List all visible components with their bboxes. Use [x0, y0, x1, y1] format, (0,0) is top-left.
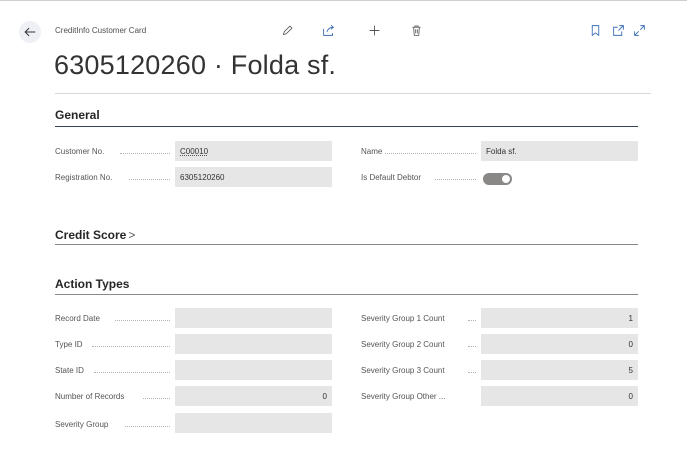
edit-icon — [282, 24, 293, 35]
number-of-records-label: Number of Records — [55, 392, 125, 401]
customer-no-link[interactable]: C00010 — [180, 147, 208, 156]
open-new-window-button[interactable] — [609, 21, 627, 39]
credit-score-section-line — [55, 244, 638, 245]
name-leader — [385, 153, 476, 154]
expand-icon — [633, 24, 645, 36]
state-id-field[interactable] — [175, 360, 332, 380]
type-id-label: Type ID — [55, 340, 83, 349]
edit-button[interactable] — [278, 21, 296, 39]
share-icon — [322, 24, 334, 36]
default-debtor-leader — [435, 179, 476, 180]
top-border — [0, 0, 687, 1]
record-date-leader — [115, 320, 170, 321]
add-icon — [369, 25, 379, 35]
number-of-records-leader — [143, 398, 170, 399]
severity-group-leader — [125, 426, 170, 427]
record-date-label: Record Date — [55, 314, 100, 323]
severity-group-label: Severity Group — [55, 420, 109, 429]
general-section-line — [55, 126, 638, 127]
action-types-section-line — [55, 294, 638, 295]
credit-score-section-header[interactable]: Credit Score > — [55, 228, 135, 242]
severity-group-2-count-leader — [468, 346, 476, 347]
delete-button[interactable] — [407, 21, 425, 39]
page-title: 6305120260 · Folda sf. — [54, 50, 337, 80]
severity-group-2-count-field[interactable]: 0 — [481, 334, 638, 354]
registration-no-leader — [129, 179, 170, 180]
bookmark-button[interactable] — [586, 21, 604, 39]
customer-no-label: Customer No. — [55, 147, 105, 156]
customer-no-field[interactable]: C00010 — [175, 141, 332, 161]
severity-group-1-count-field[interactable]: 1 — [481, 308, 638, 328]
severity-group-3-count-leader — [468, 372, 476, 373]
customer-no-leader — [120, 153, 170, 154]
expand-button[interactable] — [630, 21, 648, 39]
arrow-left-icon — [24, 27, 36, 37]
open-new-window-icon — [612, 24, 624, 36]
credit-score-title: Credit Score — [55, 228, 127, 242]
general-section-header[interactable]: General — [55, 108, 100, 122]
number-of-records-field[interactable]: 0 — [175, 386, 332, 406]
severity-group-2-count-label: Severity Group 2 Count — [361, 340, 445, 349]
record-date-field[interactable] — [175, 308, 332, 328]
severity-group-other-label: Severity Group Other ... — [361, 392, 446, 401]
name-label: Name — [361, 147, 383, 156]
type-id-field[interactable] — [175, 334, 332, 354]
severity-group-3-count-label: Severity Group 3 Count — [361, 366, 445, 375]
severity-group-1-count-leader — [468, 320, 476, 321]
action-types-section-header[interactable]: Action Types — [55, 277, 129, 291]
default-debtor-toggle[interactable] — [483, 173, 512, 185]
registration-no-field[interactable]: 6305120260 — [175, 167, 332, 187]
bookmark-icon — [591, 24, 599, 36]
state-id-label: State ID — [55, 366, 84, 375]
severity-group-1-count-label: Severity Group 1 Count — [361, 314, 445, 323]
new-button[interactable] — [365, 21, 383, 39]
chevron-right-icon: > — [128, 228, 136, 242]
name-field[interactable]: Folda sf. — [481, 141, 638, 161]
delete-icon — [411, 25, 421, 36]
page-caption: CreditInfo Customer Card — [55, 26, 147, 35]
title-divider — [55, 93, 651, 94]
back-button[interactable] — [19, 21, 41, 43]
severity-group-3-count-field[interactable]: 5 — [481, 360, 638, 380]
registration-no-label: Registration No. — [55, 173, 113, 182]
severity-group-other-field[interactable]: 0 — [481, 386, 638, 406]
state-id-leader — [94, 372, 170, 373]
share-button[interactable] — [319, 21, 337, 39]
toggle-knob — [502, 175, 510, 183]
type-id-leader — [92, 346, 170, 347]
default-debtor-label: Is Default Debtor — [361, 173, 422, 182]
severity-group-field[interactable] — [175, 413, 332, 433]
